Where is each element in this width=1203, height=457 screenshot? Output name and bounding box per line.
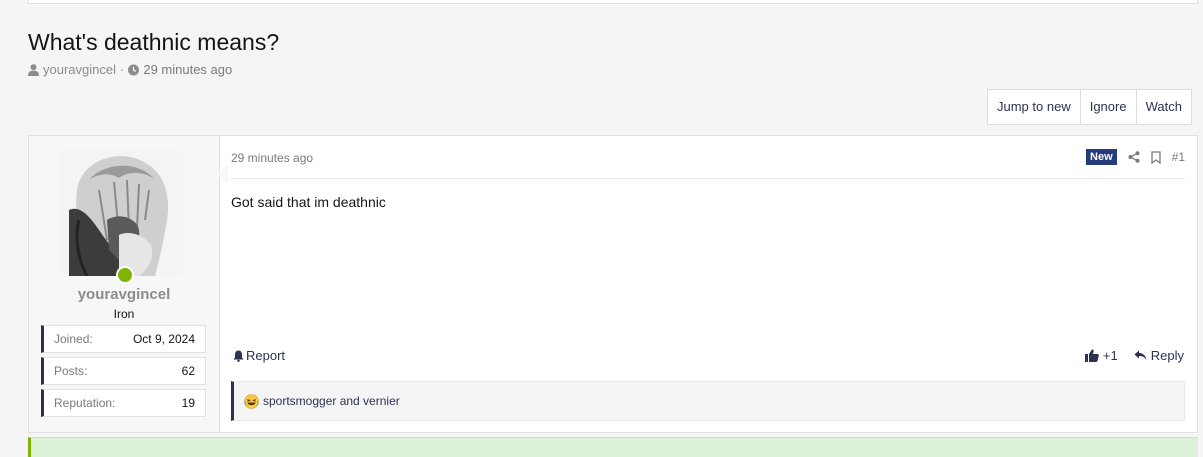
post-number-link[interactable]: #1 (1172, 150, 1185, 164)
thread-title: What's deathnic means? (28, 29, 280, 55)
message-arrow (218, 164, 228, 184)
user-icon (28, 63, 39, 76)
stat-label: Reputation: (54, 396, 116, 410)
report-label: Report (246, 348, 286, 363)
online-status-indicator (116, 266, 134, 284)
thread-meta: youravgincel · 29 minutes ago (28, 62, 232, 77)
post-tools: New #1 (1086, 149, 1185, 165)
post-username[interactable]: youravgincel (29, 286, 219, 303)
post-actions: +1 Reply (1084, 348, 1184, 363)
new-badge: New (1086, 149, 1117, 165)
next-post-highlight (28, 437, 1198, 457)
ignore-button[interactable]: Ignore (1079, 90, 1136, 124)
avatar-image (59, 150, 185, 276)
thread-time[interactable]: 29 minutes ago (143, 62, 232, 77)
stat-joined: Joined: Oct 9, 2024 (41, 325, 206, 353)
thumbs-up-icon (1084, 349, 1099, 362)
share-icon[interactable] (1128, 151, 1140, 163)
meta-separator: · (120, 62, 125, 77)
reaction-count: +1 (1102, 348, 1118, 363)
top-divider-box (28, 0, 1198, 4)
stat-posts: Posts: 62 (41, 357, 206, 385)
user-rank: Iron (113, 307, 135, 321)
laughing-emoji-icon (244, 393, 259, 409)
watch-button[interactable]: Watch (1135, 90, 1191, 124)
post-header-divider (231, 178, 1185, 179)
stat-reputation: Reputation: 19 (41, 389, 206, 417)
clock-icon (128, 64, 140, 75)
bookmark-icon[interactable] (1150, 150, 1161, 164)
jump-to-new-button[interactable]: Jump to new (988, 90, 1080, 124)
reactions-users[interactable]: sportsmogger and vernier (263, 394, 400, 408)
stat-value: 62 (181, 364, 195, 378)
reply-label: Reply (1150, 348, 1184, 363)
user-sidebar: youravgincel Iron Joined: Oct 9, 2024 Po… (29, 136, 220, 432)
bell-icon (233, 350, 244, 362)
avatar[interactable] (59, 150, 185, 276)
stat-label: Joined: (54, 332, 93, 346)
thread-author-link[interactable]: youravgincel (43, 62, 116, 77)
post-container: youravgincel Iron Joined: Oct 9, 2024 Po… (28, 135, 1198, 433)
stat-label: Posts: (54, 364, 88, 378)
report-button[interactable]: Report (233, 348, 285, 363)
reactions-bar[interactable]: sportsmogger and vernier (231, 381, 1185, 421)
post-body: Got said that im deathnic (231, 194, 386, 210)
post-date[interactable]: 29 minutes ago (231, 151, 313, 165)
like-button[interactable]: +1 (1084, 348, 1118, 363)
reply-button[interactable]: Reply (1134, 348, 1184, 363)
stat-value: Oct 9, 2024 (132, 332, 195, 346)
thread-button-group: Jump to new Ignore Watch (987, 89, 1192, 125)
reply-icon (1134, 350, 1147, 361)
stat-value: 19 (181, 396, 195, 410)
